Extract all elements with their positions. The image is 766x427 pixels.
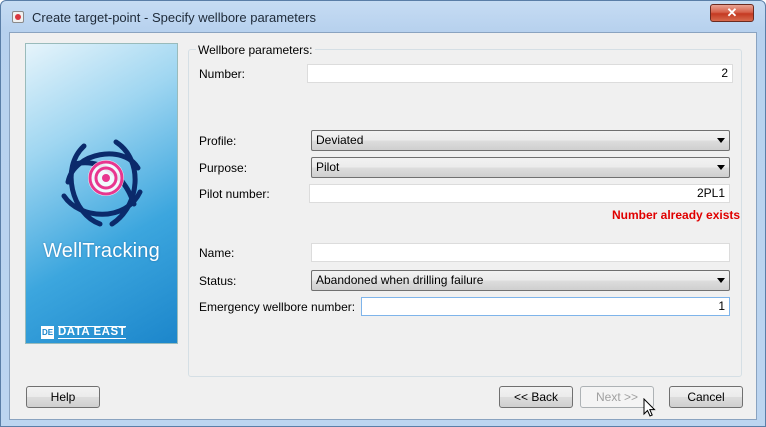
chevron-down-icon xyxy=(717,278,725,283)
number-field[interactable]: 2 xyxy=(307,64,733,83)
status-selected-value: Abandoned when drilling failure xyxy=(316,273,484,287)
dialog-body: WellTracking DE DATA EAST Wellbore param… xyxy=(9,32,757,420)
purpose-label: Purpose: xyxy=(199,161,248,175)
error-message: Number already exists xyxy=(612,208,741,222)
emergency-wellbore-field[interactable]: 1 xyxy=(361,297,730,316)
pilot-number-label: Pilot number: xyxy=(199,187,270,201)
chevron-down-icon xyxy=(717,138,725,143)
profile-label: Profile: xyxy=(199,134,237,148)
purpose-select[interactable]: Pilot xyxy=(311,157,730,178)
status-select[interactable]: Abandoned when drilling failure xyxy=(311,270,730,291)
back-button[interactable]: << Back xyxy=(499,386,573,408)
name-label: Name: xyxy=(199,246,235,260)
company-name: DATA EAST xyxy=(58,326,127,339)
product-name: WellTracking xyxy=(43,240,160,262)
cancel-button[interactable]: Cancel xyxy=(669,386,743,408)
dialog-window: Create target-point - Specify wellbore p… xyxy=(0,0,766,427)
status-label: Status: xyxy=(199,274,237,288)
title-bar[interactable]: Create target-point - Specify wellbore p… xyxy=(1,1,765,33)
close-button[interactable]: ✕ xyxy=(710,4,754,22)
app-icon xyxy=(12,11,24,23)
data-east-mark-icon: DE xyxy=(41,326,54,339)
globe-target-logo-icon xyxy=(61,139,143,227)
profile-select[interactable]: Deviated xyxy=(311,130,730,151)
welltracking-banner: WellTracking DE DATA EAST xyxy=(25,43,178,344)
mouse-pointer-icon xyxy=(643,398,656,417)
emergency-wellbore-label: Emergency wellbore number: xyxy=(199,300,356,314)
profile-selected-value: Deviated xyxy=(316,133,364,147)
pilot-number-field[interactable]: 2PL1 xyxy=(309,184,730,203)
window-title: Create target-point - Specify wellbore p… xyxy=(32,10,316,25)
purpose-selected-value: Pilot xyxy=(316,160,340,174)
chevron-down-icon xyxy=(717,165,725,170)
number-label: Number: xyxy=(199,67,246,81)
group-title: Wellbore parameters: xyxy=(196,43,315,57)
name-field[interactable] xyxy=(311,243,730,262)
help-button[interactable]: Help xyxy=(26,386,100,408)
